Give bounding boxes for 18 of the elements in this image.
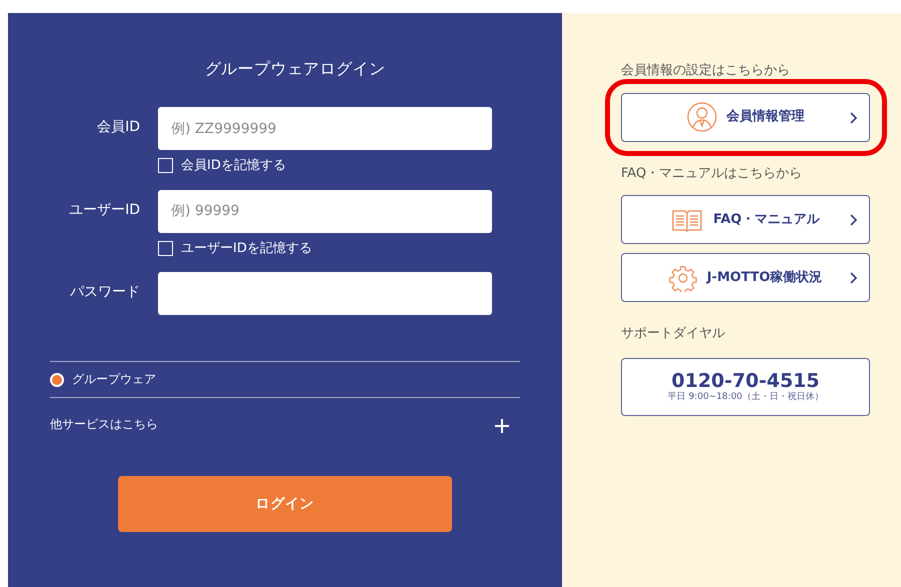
link-button[interactable]: J-MOTTO稼働状況	[621, 253, 870, 302]
input-field[interactable]: 例) ZZ9999999	[158, 107, 492, 150]
section-heading: サポートダイヤル	[621, 325, 726, 343]
other-services-label: 他サービスはこちら	[50, 416, 158, 433]
link-button[interactable]: FAQ・マニュアル	[621, 195, 870, 244]
section-heading: FAQ・マニュアルはこちらから	[621, 164, 804, 182]
radio-label: グループウェア	[72, 370, 156, 388]
login-title: グループウェアログイン	[204, 58, 386, 80]
input-field[interactable]: 例) 99999	[158, 190, 492, 232]
checkbox-label: 会員IDを記憶する	[181, 157, 286, 175]
field-label: ユーザーID	[68, 200, 140, 220]
checkbox-label: ユーザーIDを記憶する	[181, 240, 312, 258]
section-heading: 会員情報の設定はこちらから	[621, 62, 791, 80]
field-label: 会員ID	[96, 118, 140, 137]
field-label: パスワード	[69, 283, 140, 302]
phone-number[interactable]: 0120-70-4515	[672, 370, 820, 390]
support-hours: 平日 9:00~18:00（土・日・祝日休）	[668, 390, 824, 402]
link-button[interactable]: 会員情報管理	[621, 92, 870, 142]
